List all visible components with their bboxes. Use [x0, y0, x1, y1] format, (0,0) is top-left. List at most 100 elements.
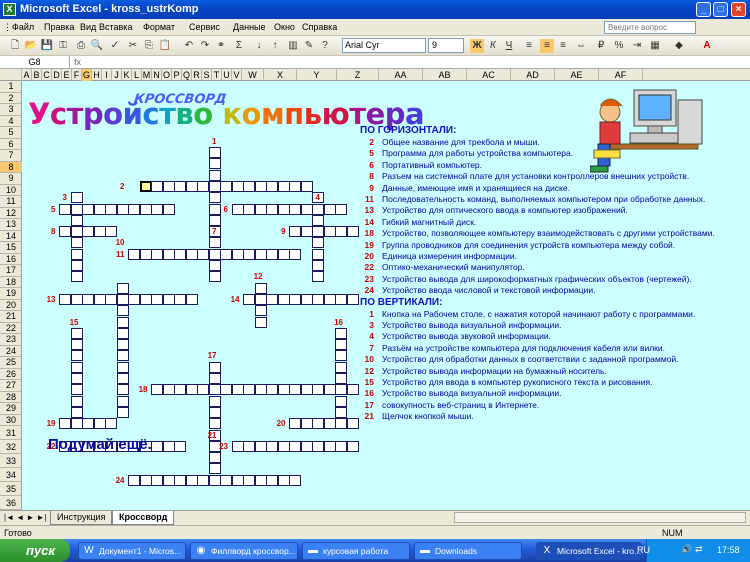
crossword-cell[interactable] [323, 418, 336, 430]
crossword-cell[interactable] [174, 248, 186, 260]
crossword-cell[interactable] [139, 203, 152, 215]
crossword-cell[interactable] [59, 203, 71, 215]
column-header-L[interactable]: L [132, 69, 142, 81]
crossword-cell[interactable] [312, 293, 324, 305]
crossword-cell[interactable] [185, 293, 198, 305]
maximize-button[interactable]: □ [713, 2, 728, 17]
crossword-cell[interactable] [231, 180, 244, 192]
crossword-cell[interactable] [335, 384, 347, 396]
column-header-E[interactable]: E [62, 69, 72, 81]
column-header-P[interactable]: P [172, 69, 182, 81]
crossword-cell[interactable] [231, 384, 244, 396]
crossword-cell[interactable] [70, 406, 83, 418]
crossword-cell[interactable] [116, 373, 129, 384]
row-header-5[interactable]: 5 [0, 127, 22, 139]
clue-item[interactable]: 8 Разъем на системной плате для установки… [360, 171, 750, 182]
clue-item[interactable]: 21 Щелчок кнопкой мыши. [360, 411, 750, 422]
row-header-35[interactable]: 35 [0, 482, 22, 496]
crossword-cell[interactable] [208, 463, 221, 475]
crossword-cell[interactable] [312, 214, 324, 226]
chart-icon[interactable]: ▥ [286, 39, 300, 53]
task-firefox[interactable]: ◉ Филлворд кроссвор... [190, 542, 298, 560]
crossword-cell[interactable] [266, 248, 278, 260]
crossword-cell[interactable] [197, 384, 209, 396]
crossword-cell[interactable] [289, 180, 301, 192]
column-header-X[interactable]: X [264, 69, 297, 81]
crossword-cell[interactable] [300, 384, 313, 396]
save-icon[interactable]: 💾 [40, 39, 54, 53]
clue-item[interactable]: 20 Единица измерения информации. [360, 251, 750, 262]
crossword-cell[interactable] [105, 203, 117, 215]
crossword-cell[interactable] [70, 260, 83, 271]
row-header-36[interactable]: 36 [0, 496, 22, 510]
crossword-cell[interactable] [312, 248, 324, 260]
crossword-cell[interactable] [335, 361, 347, 373]
borders-icon[interactable]: ▦ [648, 39, 662, 53]
crossword-cell[interactable] [70, 226, 83, 238]
open-icon[interactable]: 📂 [24, 39, 38, 53]
column-header-U[interactable]: U [222, 69, 232, 81]
crossword-cell[interactable] [277, 293, 290, 305]
crossword-cell[interactable] [335, 350, 347, 362]
crossword-cell[interactable] [197, 248, 209, 260]
clue-item[interactable]: 5 Программа для работы устройства компьют… [360, 148, 750, 159]
column-header-T[interactable]: T [212, 69, 222, 81]
minimize-button[interactable]: _ [696, 2, 711, 17]
crossword-cell[interactable] [289, 418, 301, 430]
crossword-cell[interactable] [128, 293, 140, 305]
crossword-cell[interactable] [174, 440, 186, 452]
row-header-22[interactable]: 22 [0, 323, 22, 334]
crossword-cell[interactable] [93, 293, 106, 305]
crossword-cell[interactable] [335, 203, 347, 215]
crossword-cell[interactable] [300, 440, 313, 452]
close-button[interactable]: × [731, 2, 746, 17]
crossword-cell[interactable] [335, 395, 347, 407]
column-header-C[interactable]: C [42, 69, 52, 81]
italic-icon[interactable]: К [486, 39, 500, 53]
row-header-9[interactable]: 9 [0, 173, 22, 185]
formula-bar[interactable] [0, 56, 750, 69]
crossword-cell[interactable] [70, 339, 83, 351]
currency-icon[interactable]: ₽ [594, 39, 608, 53]
crossword-cell[interactable] [174, 180, 186, 192]
crossword-cell[interactable] [116, 361, 129, 373]
column-header-F[interactable]: F [72, 69, 82, 81]
crossword-cell[interactable] [151, 474, 163, 486]
crossword-cell[interactable] [220, 180, 232, 192]
crossword-cell[interactable] [174, 293, 186, 305]
crossword-cell[interactable] [346, 293, 359, 305]
crossword-cell[interactable] [59, 293, 71, 305]
crossword-cell[interactable] [139, 474, 152, 486]
crossword-cell[interactable] [208, 147, 221, 158]
crossword-cell[interactable] [277, 248, 290, 260]
indent-icon[interactable]: ⇥ [630, 39, 644, 53]
column-header-I[interactable]: I [102, 69, 112, 81]
crossword-cell[interactable] [266, 474, 278, 486]
crossword-cell[interactable] [323, 293, 336, 305]
help-search-input[interactable]: Введите вопрос [604, 21, 696, 34]
column-header-H[interactable]: H [92, 69, 102, 81]
crossword-cell[interactable] [208, 395, 221, 407]
fx-icon[interactable]: fx [74, 56, 81, 68]
column-header-S[interactable]: S [202, 69, 212, 81]
crossword-cell[interactable] [254, 293, 267, 305]
crossword-cell[interactable] [335, 373, 347, 384]
crossword-cell[interactable] [277, 474, 290, 486]
crossword-cell[interactable] [116, 395, 129, 407]
crossword-cell[interactable] [231, 474, 244, 486]
crossword-cell[interactable] [231, 440, 244, 452]
preview-icon[interactable]: 🔍 [90, 39, 104, 53]
crossword-cell[interactable] [335, 418, 347, 430]
crossword-cell[interactable] [208, 474, 221, 486]
crossword-cell[interactable] [162, 180, 175, 192]
crossword-cell[interactable] [93, 226, 106, 238]
row-header-18[interactable]: 18 [0, 277, 22, 288]
clue-item[interactable]: 9 Данные, имеющие имя и хранящиеся на дис… [360, 183, 750, 194]
crossword-cell[interactable] [312, 384, 324, 396]
row-header-23[interactable]: 23 [0, 334, 22, 346]
crossword-cell[interactable] [197, 180, 209, 192]
crossword-cell[interactable] [174, 474, 186, 486]
row-header-8[interactable]: 8 [0, 161, 22, 173]
crossword-cell[interactable] [70, 203, 83, 215]
row-header-11[interactable]: 11 [0, 196, 22, 208]
